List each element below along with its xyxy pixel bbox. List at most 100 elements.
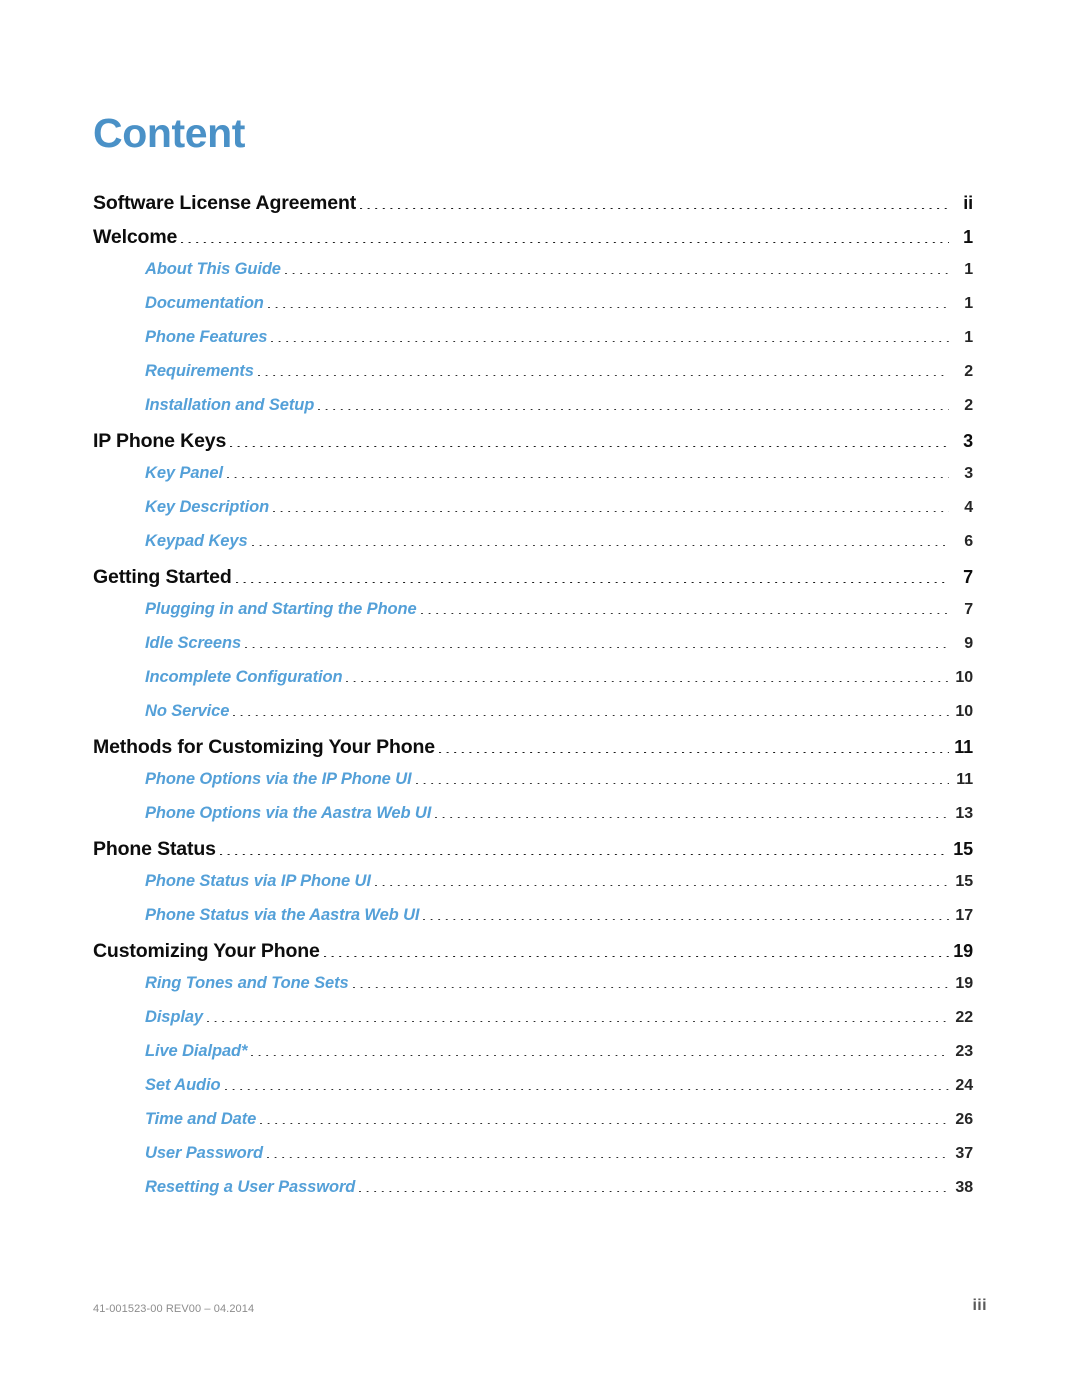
toc-dot-leader bbox=[360, 208, 949, 209]
toc-entry-page-number: 9 bbox=[964, 635, 973, 652]
toc-entry-page-number: 1 bbox=[964, 261, 973, 278]
toc-entry[interactable]: Getting Started 7 bbox=[93, 566, 973, 600]
toc-entry[interactable]: Documentation 1 bbox=[145, 294, 973, 328]
toc-entry[interactable]: Key Description 4 bbox=[145, 498, 973, 532]
toc-dot-leader bbox=[251, 545, 949, 546]
toc-entry-page-number: 1 bbox=[964, 329, 973, 346]
toc-entry-page-number: 3 bbox=[963, 431, 973, 451]
toc-dot-leader bbox=[207, 1021, 949, 1022]
toc-dot-leader bbox=[359, 1191, 949, 1192]
toc-entry-page-number: 24 bbox=[955, 1077, 973, 1094]
toc-entry[interactable]: Customizing Your Phone 19 bbox=[93, 940, 973, 974]
toc-entry[interactable]: Phone Status 15 bbox=[93, 838, 973, 872]
toc-entry[interactable]: Key Panel 3 bbox=[145, 464, 973, 498]
toc-entry[interactable]: Time and Date 26 bbox=[145, 1110, 973, 1144]
toc-entry-title: Phone Status via the Aastra Web UI bbox=[145, 906, 420, 924]
toc-dot-leader bbox=[271, 341, 949, 342]
toc-dot-leader bbox=[226, 477, 949, 478]
toc-entry-page-number: 4 bbox=[964, 499, 973, 516]
toc-entry[interactable]: About This Guide 1 bbox=[145, 260, 973, 294]
toc-entry-page-number: 10 bbox=[955, 669, 973, 686]
toc-entry[interactable]: Phone Status via IP Phone UI 15 bbox=[145, 872, 973, 906]
toc-entry[interactable]: Phone Options via the Aastra Web UI 13 bbox=[145, 804, 973, 838]
toc-entry-page-number: 7 bbox=[964, 601, 973, 618]
toc-entry-title: Keypad Keys bbox=[145, 532, 248, 550]
toc-entry-page-number: 2 bbox=[964, 397, 973, 414]
toc-entry-title: Resetting a User Password bbox=[145, 1178, 356, 1196]
toc-entry[interactable]: Idle Screens 9 bbox=[145, 634, 973, 668]
toc-entry-title: Phone Options via the IP Phone UI bbox=[145, 770, 412, 788]
toc-entry-title: About This Guide bbox=[145, 260, 281, 278]
toc-entry-page-number: 22 bbox=[955, 1009, 973, 1026]
toc-entry-page-number: 38 bbox=[955, 1179, 973, 1196]
toc-entry-title: Welcome bbox=[93, 226, 178, 248]
toc-entry[interactable]: Resetting a User Password 38 bbox=[145, 1178, 973, 1212]
toc-entry[interactable]: User Password 37 bbox=[145, 1144, 973, 1178]
toc-entry[interactable]: Phone Status via the Aastra Web UI 17 bbox=[145, 906, 973, 940]
toc-entry[interactable]: Set Audio 24 bbox=[145, 1076, 973, 1110]
toc-entry[interactable]: No Service 10 bbox=[145, 702, 973, 736]
toc-entry-title: Requirements bbox=[145, 362, 254, 380]
table-of-contents: Software License Agreement ii Welcome 1 Abou… bbox=[93, 192, 973, 1212]
toc-entry[interactable]: Phone Options via the IP Phone UI 11 bbox=[145, 770, 973, 804]
toc-entry-page-number: 15 bbox=[953, 839, 973, 859]
toc-entry[interactable]: IP Phone Keys 3 bbox=[93, 430, 973, 464]
toc-entry-page-number: 13 bbox=[955, 805, 973, 822]
toc-dot-leader bbox=[257, 375, 949, 376]
toc-entry-page-number: 11 bbox=[954, 737, 973, 757]
toc-entry-page-number: 26 bbox=[955, 1111, 973, 1128]
toc-dot-leader bbox=[284, 273, 949, 274]
toc-dot-leader bbox=[233, 715, 949, 716]
toc-dot-leader bbox=[267, 307, 949, 308]
toc-dot-leader bbox=[423, 919, 949, 920]
toc-entry-title: Getting Started bbox=[93, 566, 232, 588]
toc-entry-title: Installation and Setup bbox=[145, 396, 315, 414]
toc-entry-title: Phone Status bbox=[93, 838, 216, 860]
toc-entry-page-number: 11 bbox=[956, 771, 973, 788]
toc-entry-title: Phone Status via IP Phone UI bbox=[145, 872, 371, 890]
toc-entry-page-number: 3 bbox=[964, 465, 973, 482]
toc-entry[interactable]: Ring Tones and Tone Sets 19 bbox=[145, 974, 973, 1008]
toc-entry-page-number: 6 bbox=[964, 533, 973, 550]
toc-entry[interactable]: Installation and Setup 2 bbox=[145, 396, 973, 430]
toc-entry[interactable]: Keypad Keys 6 bbox=[145, 532, 973, 566]
toc-entry-page-number: 1 bbox=[964, 295, 973, 312]
toc-entry-title: Live Dialpad* bbox=[145, 1042, 248, 1060]
toc-entry[interactable]: Software License Agreement ii bbox=[93, 192, 973, 226]
toc-entry[interactable]: Requirements 2 bbox=[145, 362, 973, 396]
toc-dot-leader bbox=[438, 752, 949, 753]
toc-entry-page-number: 7 bbox=[963, 567, 973, 587]
toc-dot-leader bbox=[352, 987, 949, 988]
toc-entry[interactable]: Phone Features 1 bbox=[145, 328, 973, 362]
toc-entry-page-number: 19 bbox=[953, 941, 973, 961]
toc-entry-page-number: 2 bbox=[964, 363, 973, 380]
toc-entry-page-number: 17 bbox=[955, 907, 973, 924]
toc-dot-leader bbox=[230, 446, 949, 447]
toc-entry-title: Display bbox=[145, 1008, 203, 1026]
toc-entry[interactable]: Plugging in and Starting the Phone 7 bbox=[145, 600, 973, 634]
toc-dot-leader bbox=[235, 582, 949, 583]
footer-page-number: iii bbox=[972, 1297, 987, 1314]
toc-dot-leader bbox=[181, 242, 949, 243]
toc-entry-title: Customizing Your Phone bbox=[93, 940, 320, 962]
toc-entry-title: Time and Date bbox=[145, 1110, 257, 1128]
toc-entry-page-number: 1 bbox=[963, 227, 973, 247]
toc-entry-title: Phone Features bbox=[145, 328, 268, 346]
toc-entry[interactable]: Live Dialpad* 23 bbox=[145, 1042, 973, 1076]
page-title: Content bbox=[93, 110, 246, 157]
toc-dot-leader bbox=[415, 783, 949, 784]
toc-entry-title: User Password bbox=[145, 1144, 263, 1162]
toc-entry-title: Ring Tones and Tone Sets bbox=[145, 974, 349, 992]
footer-document-id: 41-001523-00 REV00 – 04.2014 bbox=[93, 1303, 255, 1315]
toc-entry-title: Phone Options via the Aastra Web UI bbox=[145, 804, 432, 822]
toc-entry-title: Set Audio bbox=[145, 1076, 221, 1094]
toc-dot-leader bbox=[435, 817, 949, 818]
toc-entry[interactable]: Methods for Customizing Your Phone 11 bbox=[93, 736, 973, 770]
toc-entry[interactable]: Welcome 1 bbox=[93, 226, 973, 260]
toc-entry[interactable]: Display 22 bbox=[145, 1008, 973, 1042]
toc-entry[interactable]: Incomplete Configuration 10 bbox=[145, 668, 973, 702]
toc-dot-leader bbox=[318, 409, 949, 410]
toc-dot-leader bbox=[273, 511, 949, 512]
toc-entry-title: Methods for Customizing Your Phone bbox=[93, 736, 435, 758]
toc-entry-page-number: 23 bbox=[955, 1043, 973, 1060]
